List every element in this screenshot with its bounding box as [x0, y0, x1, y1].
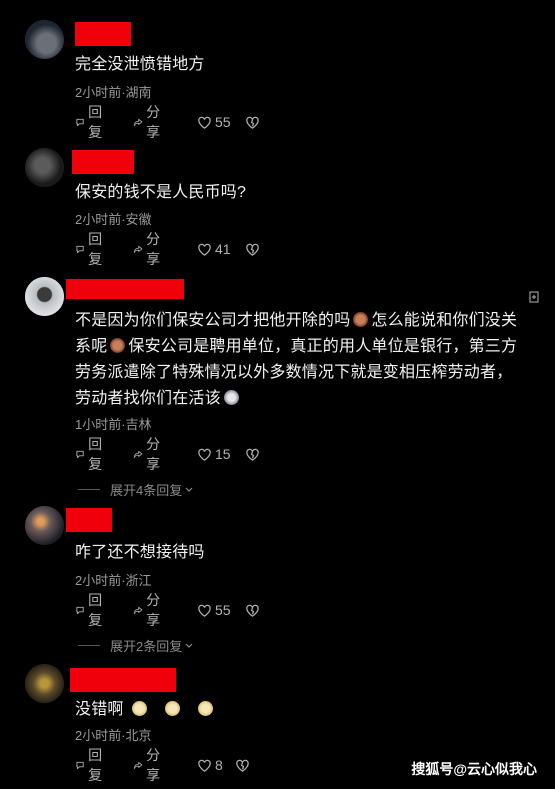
broken-heart-icon: [246, 243, 259, 256]
comment-text-line: 劳务派遣除了特殊情况以外多数情况下就是变相压榨劳动者，: [75, 364, 513, 381]
reply-icon: [76, 606, 84, 614]
dislike-button[interactable]: [245, 239, 263, 259]
emoji-icon: [353, 312, 369, 327]
avatar[interactable]: [25, 148, 64, 187]
dislike-button[interactable]: [235, 755, 253, 775]
expand-replies-label: 展开2条回复: [110, 639, 183, 654]
broken-heart-icon: [236, 759, 249, 772]
avatar[interactable]: [25, 664, 64, 703]
reply-button[interactable]: 回复: [75, 104, 107, 140]
share-button[interactable]: 分享: [133, 231, 165, 267]
reply-label: 回复: [88, 436, 103, 472]
like-button[interactable]: 41: [197, 239, 231, 259]
share-icon: [133, 761, 143, 769]
comment-text: 不是因为你们保安公司才把他开除的吗 怎么能说和你们没关 系呢 保安公司是聘用单位，真…: [75, 308, 525, 412]
redacted-username: [70, 668, 176, 692]
more-options-icon[interactable]: [527, 290, 541, 304]
comment-meta: 2小时前·湖南: [75, 85, 152, 100]
dislike-button[interactable]: [245, 112, 263, 132]
divider: [78, 645, 100, 646]
like-count: 41: [215, 241, 231, 257]
broken-heart-icon: [246, 116, 259, 129]
comment-text-line: 没错啊: [75, 701, 124, 718]
share-label: 分享: [146, 231, 161, 267]
comment-text-line: 保安公司是聘用单位，真正的用人单位是银行，第三方: [128, 338, 518, 355]
expand-replies-label: 展开4条回复: [110, 483, 183, 498]
chevron-down-icon: [185, 487, 193, 492]
heart-icon: [198, 604, 211, 617]
reply-icon: [76, 118, 84, 126]
expand-replies-button[interactable]: 展开4条回复: [78, 480, 194, 499]
comment-meta: 2小时前·北京: [75, 728, 152, 743]
comment-meta: 2小时前·安徽: [75, 212, 152, 227]
share-button[interactable]: 分享: [133, 104, 165, 140]
redacted-username: [75, 22, 131, 46]
share-icon: [133, 450, 143, 458]
reply-label: 回复: [88, 104, 103, 140]
expand-replies-button[interactable]: 展开2条回复: [78, 636, 194, 655]
reply-button[interactable]: 回复: [75, 436, 107, 472]
comment-text-line: 怎么能说和你们没关: [371, 312, 518, 329]
redacted-username: [72, 150, 134, 174]
share-icon: [133, 606, 143, 614]
heart-icon: [198, 759, 211, 772]
emoji-icon: [164, 701, 180, 716]
comment-meta: 2小时前·浙江: [75, 573, 152, 588]
like-button[interactable]: 8: [197, 755, 223, 775]
like-button[interactable]: 15: [197, 444, 231, 464]
like-count: 55: [215, 114, 231, 130]
share-label: 分享: [146, 104, 161, 140]
share-button[interactable]: 分享: [133, 747, 165, 783]
dislike-button[interactable]: [245, 600, 263, 620]
comment-text: 完全没泄愤错地方: [75, 56, 205, 73]
comment-text: 没错啊: [75, 697, 525, 723]
emoji-icon: [110, 338, 126, 353]
share-label: 分享: [146, 747, 161, 783]
reply-label: 回复: [88, 231, 103, 267]
emoji-icon: [132, 701, 148, 716]
redacted-username: [66, 279, 184, 299]
chevron-down-icon: [185, 643, 193, 648]
reply-button[interactable]: 回复: [75, 747, 107, 783]
reply-icon: [76, 761, 84, 769]
like-count: 55: [215, 602, 231, 618]
heart-icon: [198, 243, 211, 256]
share-icon: [133, 245, 143, 253]
reply-label: 回复: [88, 592, 103, 628]
share-button[interactable]: 分享: [133, 592, 165, 628]
like-button[interactable]: 55: [197, 112, 231, 132]
emoji-icon: [197, 701, 213, 716]
share-button[interactable]: 分享: [133, 436, 165, 472]
comment-text: 保安的钱不是人民币吗?: [75, 184, 247, 201]
reply-icon: [76, 245, 84, 253]
redacted-username: [66, 508, 112, 532]
share-label: 分享: [146, 592, 161, 628]
watermark: 搜狐号@云心似我心: [411, 761, 537, 777]
reply-button[interactable]: 回复: [75, 592, 107, 628]
dislike-button[interactable]: [245, 444, 263, 464]
like-count: 8: [215, 757, 223, 773]
reply-button[interactable]: 回复: [75, 231, 107, 267]
share-label: 分享: [146, 436, 161, 472]
heart-icon: [198, 116, 211, 129]
comment-text: 咋了还不想接待吗: [75, 544, 205, 561]
comment-text-line: 系呢: [75, 338, 108, 355]
emoji-icon: [223, 390, 239, 405]
comment-text-line: 不是因为你们保安公司才把他开除的吗: [75, 312, 351, 329]
divider: [78, 489, 100, 490]
broken-heart-icon: [246, 448, 259, 461]
like-count: 15: [215, 446, 231, 462]
broken-heart-icon: [246, 604, 259, 617]
avatar[interactable]: [25, 506, 64, 545]
comment-meta: 1小时前·吉林: [75, 417, 152, 432]
heart-icon: [198, 448, 211, 461]
avatar[interactable]: [25, 20, 64, 59]
comment-text-line: 劳动者找你们在活该: [75, 390, 221, 407]
share-icon: [133, 118, 143, 126]
reply-label: 回复: [88, 747, 103, 783]
avatar[interactable]: [25, 277, 64, 316]
like-button[interactable]: 55: [197, 600, 231, 620]
reply-icon: [76, 450, 84, 458]
